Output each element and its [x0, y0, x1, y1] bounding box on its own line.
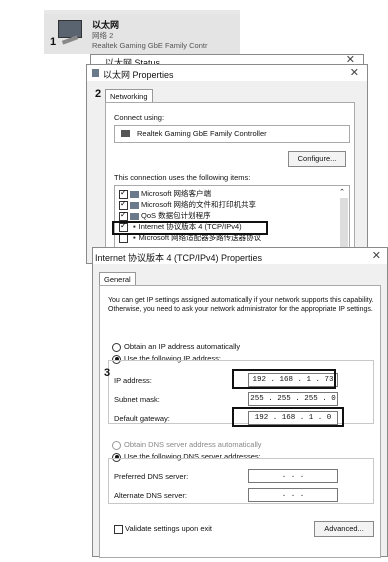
scrollbar[interactable] — [340, 198, 348, 248]
ip-address-highlight — [232, 369, 336, 389]
list-item[interactable]: Microsoft 网络客户端 — [119, 188, 211, 199]
subnet-mask-field[interactable]: 255 . 255 . 255 . 0 — [248, 392, 338, 406]
preferred-dns-field[interactable]: . . . — [248, 469, 338, 483]
radio-indicator[interactable] — [112, 342, 121, 352]
ipv4-close-icon[interactable]: ✕ — [372, 249, 381, 262]
adapter-name-field: Realtek Gaming GbE Family Controller — [137, 129, 267, 138]
step-2-marker: 2 — [95, 88, 102, 100]
properties-window-icon — [92, 69, 99, 77]
network-component-icon — [130, 190, 139, 198]
subnet-mask-label: Subnet mask: — [114, 395, 160, 404]
adapter-icon — [121, 130, 130, 137]
checkbox-indicator[interactable] — [114, 524, 123, 534]
networking-panel: Connect using: Realtek Gaming GbE Family… — [105, 102, 355, 265]
ipv4-dialog-title: Internet 协议版本 4 (TCP/IPv4) Properties — [95, 253, 263, 263]
ipv4-item-highlight — [112, 221, 268, 235]
items-label: This connection uses the following items… — [114, 173, 251, 182]
advanced-button[interactable]: Advanced... — [314, 521, 374, 537]
radio-indicator[interactable] — [112, 440, 121, 450]
adapter-description: Realtek Gaming GbE Family Contr — [92, 41, 208, 50]
default-gateway-label: Default gateway: — [114, 414, 170, 423]
step-1-marker: 1 — [50, 36, 57, 48]
alternate-dns-label: Alternate DNS server: — [114, 491, 187, 500]
tab-general[interactable]: General — [99, 272, 136, 286]
obtain-ip-auto-radio[interactable]: Obtain an IP address automatically — [112, 342, 240, 352]
adapter-box: Realtek Gaming GbE Family Controller — [114, 125, 350, 143]
tab-networking[interactable]: Networking — [105, 89, 153, 103]
configure-button[interactable]: Configure... — [288, 151, 346, 167]
network-component-icon — [130, 212, 139, 220]
scrollbar-up-icon[interactable]: ⌃ — [339, 188, 345, 196]
preferred-dns-label: Preferred DNS server: — [114, 472, 189, 481]
list-item[interactable]: Microsoft 网络的文件和打印机共享 — [119, 199, 256, 210]
properties-window-title: 以太网 Properties — [103, 70, 174, 80]
default-gateway-highlight — [232, 407, 344, 427]
item-checkbox[interactable] — [119, 210, 128, 221]
obtain-dns-auto-radio[interactable]: Obtain DNS server address automatically — [112, 440, 262, 450]
network-component-icon — [130, 201, 139, 209]
step-3-marker: 3 — [104, 367, 111, 379]
properties-close-icon[interactable]: ✕ — [350, 66, 359, 79]
connect-using-label: Connect using: — [114, 113, 165, 122]
ipv4-description: You can get IP settings assigned automat… — [108, 297, 374, 313]
ipv4-dialog: Internet 协议版本 4 (TCP/IPv4) Properties ✕ … — [92, 247, 388, 558]
list-item[interactable]: QoS 数据包计划程序 — [119, 210, 211, 221]
adapter-network: 网络 2 — [92, 31, 114, 40]
item-checkbox[interactable] — [119, 199, 128, 210]
network-adapter-icon — [58, 20, 82, 38]
ip-address-label: IP address: — [114, 376, 152, 385]
item-checkbox[interactable] — [119, 188, 128, 199]
validate-settings-checkbox[interactable]: Validate settings upon exit — [114, 524, 212, 534]
alternate-dns-field[interactable]: . . . — [248, 488, 338, 502]
